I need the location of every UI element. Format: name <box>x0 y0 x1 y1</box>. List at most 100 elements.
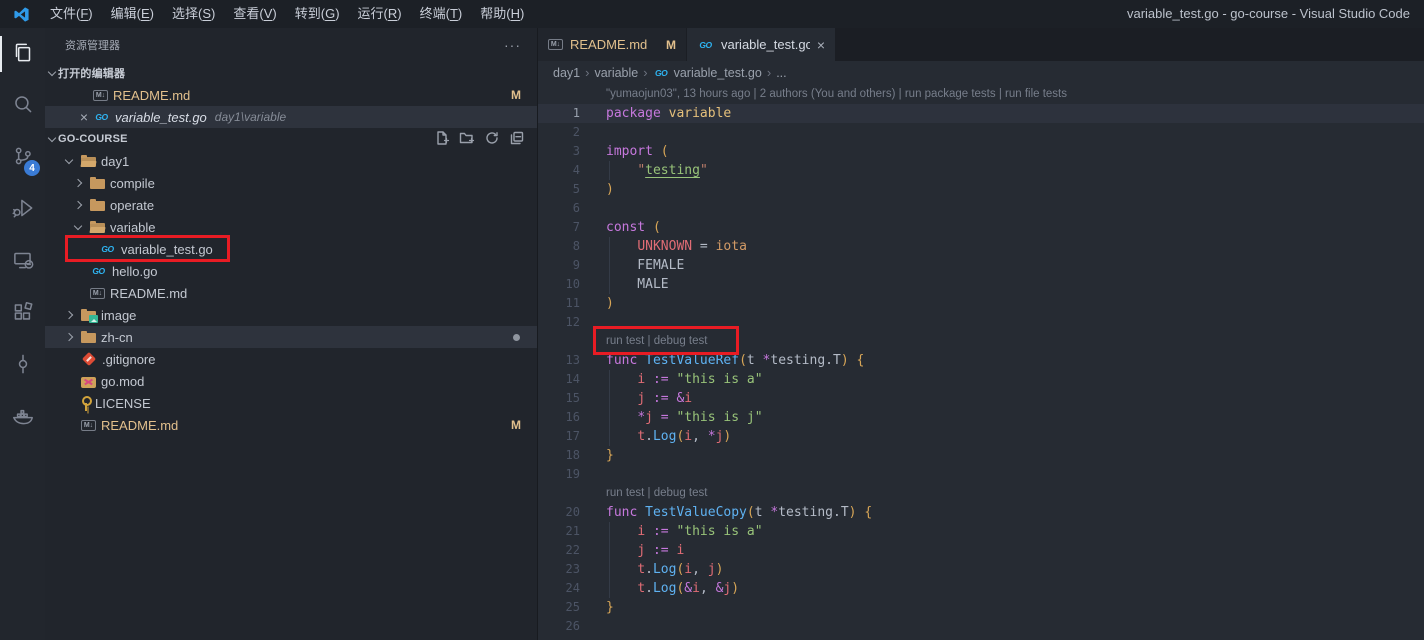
menu-g[interactable]: 转到(G) <box>286 6 349 21</box>
menu-t[interactable]: 终端(T) <box>411 6 472 21</box>
line-number: 11 <box>565 296 580 310</box>
line-number: 5 <box>572 182 580 196</box>
gitlens-blame-row: "yumaojun03", 13 hours ago | 2 authors (… <box>538 85 1424 104</box>
breadcrumb-separator: › <box>585 64 590 80</box>
line-number: 12 <box>565 315 580 329</box>
menu-r[interactable]: 运行(R) <box>349 6 411 21</box>
close-icon[interactable]: × <box>817 37 825 53</box>
open-editor-label: README.md <box>113 87 191 103</box>
run-debug-icon <box>10 195 36 226</box>
breadcrumb-variable[interactable]: variable <box>594 66 638 80</box>
gitlens-blame[interactable]: "yumaojun03", 13 hours ago | 2 authors (… <box>606 88 1067 100</box>
tree-item-gitignore[interactable]: .gitignore <box>45 348 537 370</box>
tree-item-readme-md[interactable]: M↓ README.md <box>45 282 537 304</box>
collapse-all-icon[interactable] <box>509 130 525 149</box>
menu-bar: 文件(F) 编辑(E) 选择(S) 查看(V) 转到(G) 运行(R) 终端(T) 帮助(H) <box>41 0 533 28</box>
tree-item-hello-go[interactable]: GO hello.go <box>45 260 537 282</box>
tree-item-compile[interactable]: compile <box>45 172 537 194</box>
project-name-label: GO-COURSE <box>58 133 128 145</box>
window-title: variable_test.go - go-course - Visual St… <box>1126 6 1410 21</box>
line-number: 7 <box>572 220 580 234</box>
vscode-logo <box>14 6 29 22</box>
code-line-1: 1 package variable <box>538 104 1424 123</box>
tree-item-variable-test-go[interactable]: GO variable_test.go <box>45 235 537 262</box>
line-number: 3 <box>572 144 580 158</box>
git-modified-badge: M <box>511 88 521 102</box>
line-number: 8 <box>572 239 580 253</box>
go-file-icon: GO <box>699 39 712 50</box>
new-file-icon[interactable] <box>434 130 450 149</box>
tree-item-image[interactable]: image <box>45 304 537 326</box>
new-folder-icon[interactable] <box>459 130 475 149</box>
tree-item-label: README.md <box>101 417 179 433</box>
tree-item-go-mod[interactable]: go.mod <box>45 370 537 392</box>
open-editor-variable-test-go[interactable]: × GO variable_test.go day1\variable <box>45 106 537 128</box>
code-line-19: 19 <box>538 465 1424 484</box>
git-modified-badge: M <box>511 418 521 432</box>
line-number: 16 <box>565 410 580 424</box>
git-file-icon <box>81 351 97 367</box>
code-line-15: 15 j := &i <box>538 389 1424 408</box>
tree-item-day1[interactable]: day1 <box>45 150 537 172</box>
code-line-21: 21 i := "this is a" <box>538 522 1424 541</box>
breadcrumb-variable-test-go[interactable]: GO variable_test.go <box>653 66 762 80</box>
tab-variable-test-go[interactable]: GO variable_test.go × <box>687 28 836 61</box>
markdown-file-icon: M↓ <box>81 419 96 431</box>
codelens-run-test-2[interactable]: run test | debug test <box>606 487 707 499</box>
activity-explorer[interactable] <box>0 28 45 80</box>
tree-item-readme-md[interactable]: M↓ README.md M <box>45 414 537 436</box>
tree-item-label: variable <box>110 219 156 235</box>
line-number: 24 <box>565 581 580 595</box>
tree-item-operate[interactable]: operate <box>45 194 537 216</box>
code-line-2: 2 <box>538 123 1424 142</box>
activity-extensions[interactable] <box>0 288 45 340</box>
more-actions-icon[interactable]: ··· <box>504 37 521 53</box>
tree-item-variable[interactable]: variable <box>45 216 537 238</box>
menu-f[interactable]: 文件(F) <box>41 6 102 21</box>
code-line-18: 18 } <box>538 446 1424 465</box>
go-file-icon: GO <box>92 266 105 276</box>
codelens-run-test-1-row: run test | debug test <box>538 326 1424 355</box>
menu-v[interactable]: 查看(V) <box>224 6 285 21</box>
activity-run-debug[interactable] <box>0 184 45 236</box>
breadcrumb-day1[interactable]: day1 <box>553 66 580 80</box>
open-editors-header[interactable]: 打开的编辑器 <box>45 62 537 84</box>
breadcrumb-[interactable]: ... <box>776 66 786 80</box>
tree-item-license[interactable]: LICENSE <box>45 392 537 414</box>
tab-readme-md[interactable]: M↓ README.md M <box>538 28 687 61</box>
tree-item-zh-cn[interactable]: zh-cn <box>45 326 537 348</box>
folder-modified-dot <box>513 333 520 341</box>
tab-bar: M↓ README.md M GO variable_test.go × <box>538 28 1424 61</box>
activity-docker[interactable] <box>0 392 45 444</box>
line-number: 26 <box>565 619 580 633</box>
breadcrumb-separator: › <box>643 64 648 80</box>
activity-commit[interactable] <box>0 340 45 392</box>
refresh-icon[interactable] <box>484 130 500 149</box>
code-line-22: 22 j := i <box>538 541 1424 560</box>
activity-source-control[interactable]: 4 <box>0 132 45 184</box>
code-line-14: 14 i := "this is a" <box>538 370 1424 389</box>
folder-icon <box>90 199 105 211</box>
codelens-run-test-1[interactable]: run test | debug test <box>606 335 707 347</box>
go-file-icon: GO <box>101 244 114 254</box>
breadcrumb: day1 › variable › GO variable_test.go › .… <box>538 61 1424 85</box>
image-folder-icon <box>81 309 98 323</box>
tree-item-label: operate <box>110 197 155 213</box>
project-header[interactable]: GO-COURSE <box>45 128 537 150</box>
line-number: 9 <box>572 258 580 272</box>
chevron-right-icon <box>73 178 83 188</box>
chevron-down-icon <box>73 221 83 230</box>
license-key-icon <box>81 395 92 411</box>
menu-h[interactable]: 帮助(H) <box>471 6 533 21</box>
menu-e[interactable]: 编辑(E) <box>102 6 163 21</box>
menu-s[interactable]: 选择(S) <box>163 6 224 21</box>
code-line-12: 12 <box>538 313 1424 332</box>
code-line-7: 7 const ( <box>538 218 1424 237</box>
tree-item-label: .gitignore <box>102 351 156 367</box>
folder-icon <box>81 331 96 343</box>
activity-remote-explorer[interactable] <box>0 236 45 288</box>
close-icon[interactable]: × <box>75 109 93 125</box>
code-editor[interactable]: "yumaojun03", 13 hours ago | 2 authors (… <box>538 85 1424 640</box>
open-editor-readme-md[interactable]: M↓ README.md M <box>45 84 537 106</box>
activity-search[interactable] <box>0 80 45 132</box>
